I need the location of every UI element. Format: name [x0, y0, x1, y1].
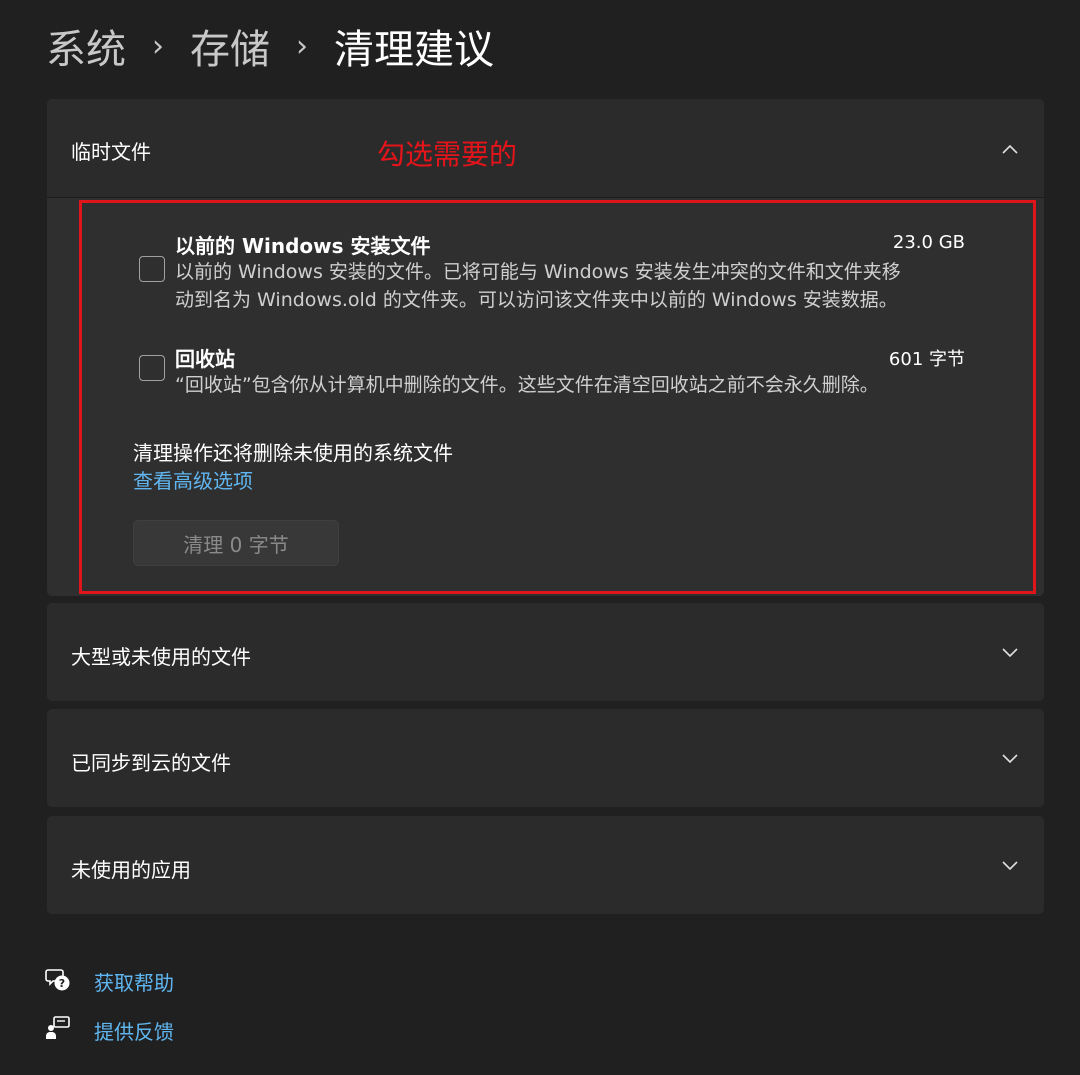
- breadcrumb-separator: ›: [152, 28, 164, 64]
- recycle-bin-desc: “回收站”包含你从计算机中删除的文件。这些文件在清空回收站之前不会永久删除。: [175, 374, 879, 396]
- give-feedback-link[interactable]: 提供反馈: [94, 1016, 174, 1045]
- cloud-synced-files-card[interactable]: 已同步到云的文件: [47, 709, 1044, 807]
- chevron-down-icon[interactable]: [1002, 751, 1018, 767]
- breadcrumb-separator: ›: [296, 28, 308, 64]
- large-unused-files-title: 大型或未使用的文件: [71, 645, 251, 669]
- svg-text:?: ?: [59, 977, 65, 990]
- cleanup-note: 清理操作还将删除未使用的系统文件: [133, 441, 453, 465]
- get-help-link[interactable]: 获取帮助: [94, 967, 174, 996]
- temp-files-title: 临时文件: [71, 140, 151, 164]
- unused-apps-card[interactable]: 未使用的应用: [47, 816, 1044, 914]
- recycle-bin-size: 601 字节: [888, 349, 965, 370]
- clean-button[interactable]: 清理 0 字节: [133, 520, 339, 566]
- recycle-bin-checkbox[interactable]: [139, 355, 165, 381]
- chevron-up-icon[interactable]: [1002, 141, 1018, 157]
- previous-windows-checkbox[interactable]: [139, 256, 165, 282]
- unused-apps-title: 未使用的应用: [71, 858, 191, 882]
- chevron-down-icon[interactable]: [1002, 645, 1018, 661]
- help-icon: ?: [45, 966, 71, 992]
- breadcrumb-storage[interactable]: 存储: [190, 17, 270, 75]
- previous-windows-size: 23.0 GB: [892, 232, 965, 253]
- recycle-bin-title: 回收站: [175, 347, 235, 371]
- annotation-text: 勾选需要的: [377, 138, 518, 171]
- chevron-down-icon[interactable]: [1002, 858, 1018, 874]
- previous-windows-desc-line2: 动到名为 Windows.old 的文件夹。可以访问该文件夹中以前的 Windo…: [175, 289, 898, 311]
- page-title: 清理建议: [334, 27, 494, 73]
- breadcrumb: 系统 › 存储 › 清理建议: [46, 18, 494, 74]
- temp-files-header[interactable]: 临时文件: [47, 99, 1044, 197]
- previous-windows-desc-line1: 以前的 Windows 安装的文件。已将可能与 Windows 安装发生冲突的文…: [175, 261, 901, 283]
- advanced-options-link[interactable]: 查看高级选项: [133, 465, 253, 494]
- previous-windows-desc: 以前的 Windows 安装的文件。已将可能与 Windows 安装发生冲突的文…: [175, 258, 975, 314]
- previous-windows-title: 以前的 Windows 安装文件: [175, 234, 431, 258]
- large-unused-files-card[interactable]: 大型或未使用的文件: [47, 603, 1044, 701]
- feedback-icon: [45, 1015, 71, 1041]
- breadcrumb-system[interactable]: 系统: [46, 17, 126, 75]
- cloud-synced-files-title: 已同步到云的文件: [71, 751, 231, 775]
